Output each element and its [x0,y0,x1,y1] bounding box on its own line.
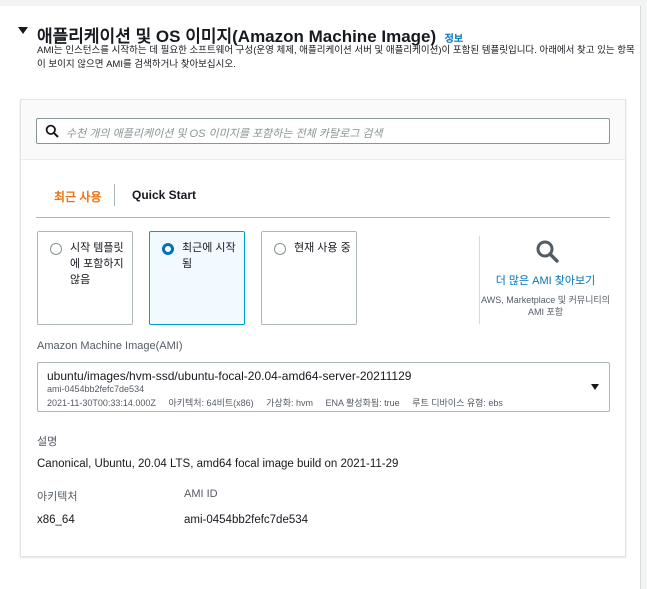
tile-currently-in-use[interactable]: 현재 사용 중 [261,231,357,325]
catalog-search-input[interactable]: 수천 개의 애플리케이션 및 OS 이미지를 포함하는 전체 카탈로그 검색 [36,118,610,144]
ami-field-label: Amazon Machine Image(AMI) [37,340,183,352]
section-description: AMI는 인스턴스를 시작하는 데 필요한 소프트웨어 구성(운영 체제, 애플… [37,45,635,70]
tile-label: 현재 사용 중 [294,242,351,254]
ami-virtualization: 가상화: hvm [266,398,313,408]
ami-name: ubuntu/images/hvm-ssd/ubuntu-focal-20.04… [47,369,412,383]
browse-more-link[interactable]: 더 많은 AMI 찾아보기 [480,272,611,288]
radio-button-checked[interactable] [162,243,174,255]
tab-divider [114,184,115,206]
tab-quick-start[interactable]: Quick Start [132,188,196,202]
tile-recently-launched[interactable]: 최근에 시작됨 [149,231,245,325]
collapse-caret-icon[interactable] [18,27,28,34]
ami-select[interactable]: ubuntu/images/hvm-ssd/ubuntu-focal-20.04… [37,362,610,412]
ami-id-value: ami-0454bb2fefc7de534 [184,514,309,526]
description-value: Canonical, Ubuntu, 20.04 LTS, amd64 foca… [37,458,399,470]
ami-date: 2021-11-30T00:33:14.000Z [47,398,156,408]
radio-button[interactable] [50,243,62,255]
browse-more-amis: 더 많은 AMI 찾아보기 AWS, Marketplace 및 커뮤니티의 A… [479,236,610,324]
radio-button[interactable] [274,243,286,255]
browse-more-subtext: AWS, Marketplace 및 커뮤니티의 AMI 포함 [481,295,610,317]
ami-architecture: 아키텍처: 64비트(x86) [168,398,254,408]
search-icon[interactable] [535,239,559,263]
chevron-down-icon[interactable] [591,384,599,390]
ami-id-label: AMI ID [184,488,218,500]
tile-label: 최근에 시작됨 [182,242,236,270]
ami-tabs: 최근 사용 Quick Start [36,176,610,218]
description-label: 설명 [37,436,58,448]
top-divider [0,0,641,6]
search-icon [45,124,59,138]
ami-ena: ENA 활성화됨: true [325,398,400,408]
tile-not-in-template[interactable]: 시작 템플릿에 포함하지 않음 [37,231,133,325]
ami-selector-container: 수천 개의 애플리케이션 및 OS 이미지를 포함하는 전체 카탈로그 검색 최… [20,99,626,557]
ami-panel: 애플리케이션 및 OS 이미지(Amazon Machine Image) 정보… [0,0,641,589]
ami-metadata: 2021-11-30T00:33:14.000Z 아키텍처: 64비트(x86)… [47,396,513,409]
tab-recent[interactable]: 최근 사용 [54,188,102,205]
architecture-label: 아키텍처 [37,491,78,503]
architecture-value: x86_64 [37,514,75,526]
ami-id: ami-0454bb2fefc7de534 [47,384,145,394]
ami-root-device: 루트 디바이스 유형: ebs [412,398,503,408]
tile-label: 시작 템플릿에 포함하지 않음 [70,242,124,286]
search-placeholder: 수천 개의 애플리케이션 및 OS 이미지를 포함하는 전체 카탈로그 검색 [66,128,383,140]
